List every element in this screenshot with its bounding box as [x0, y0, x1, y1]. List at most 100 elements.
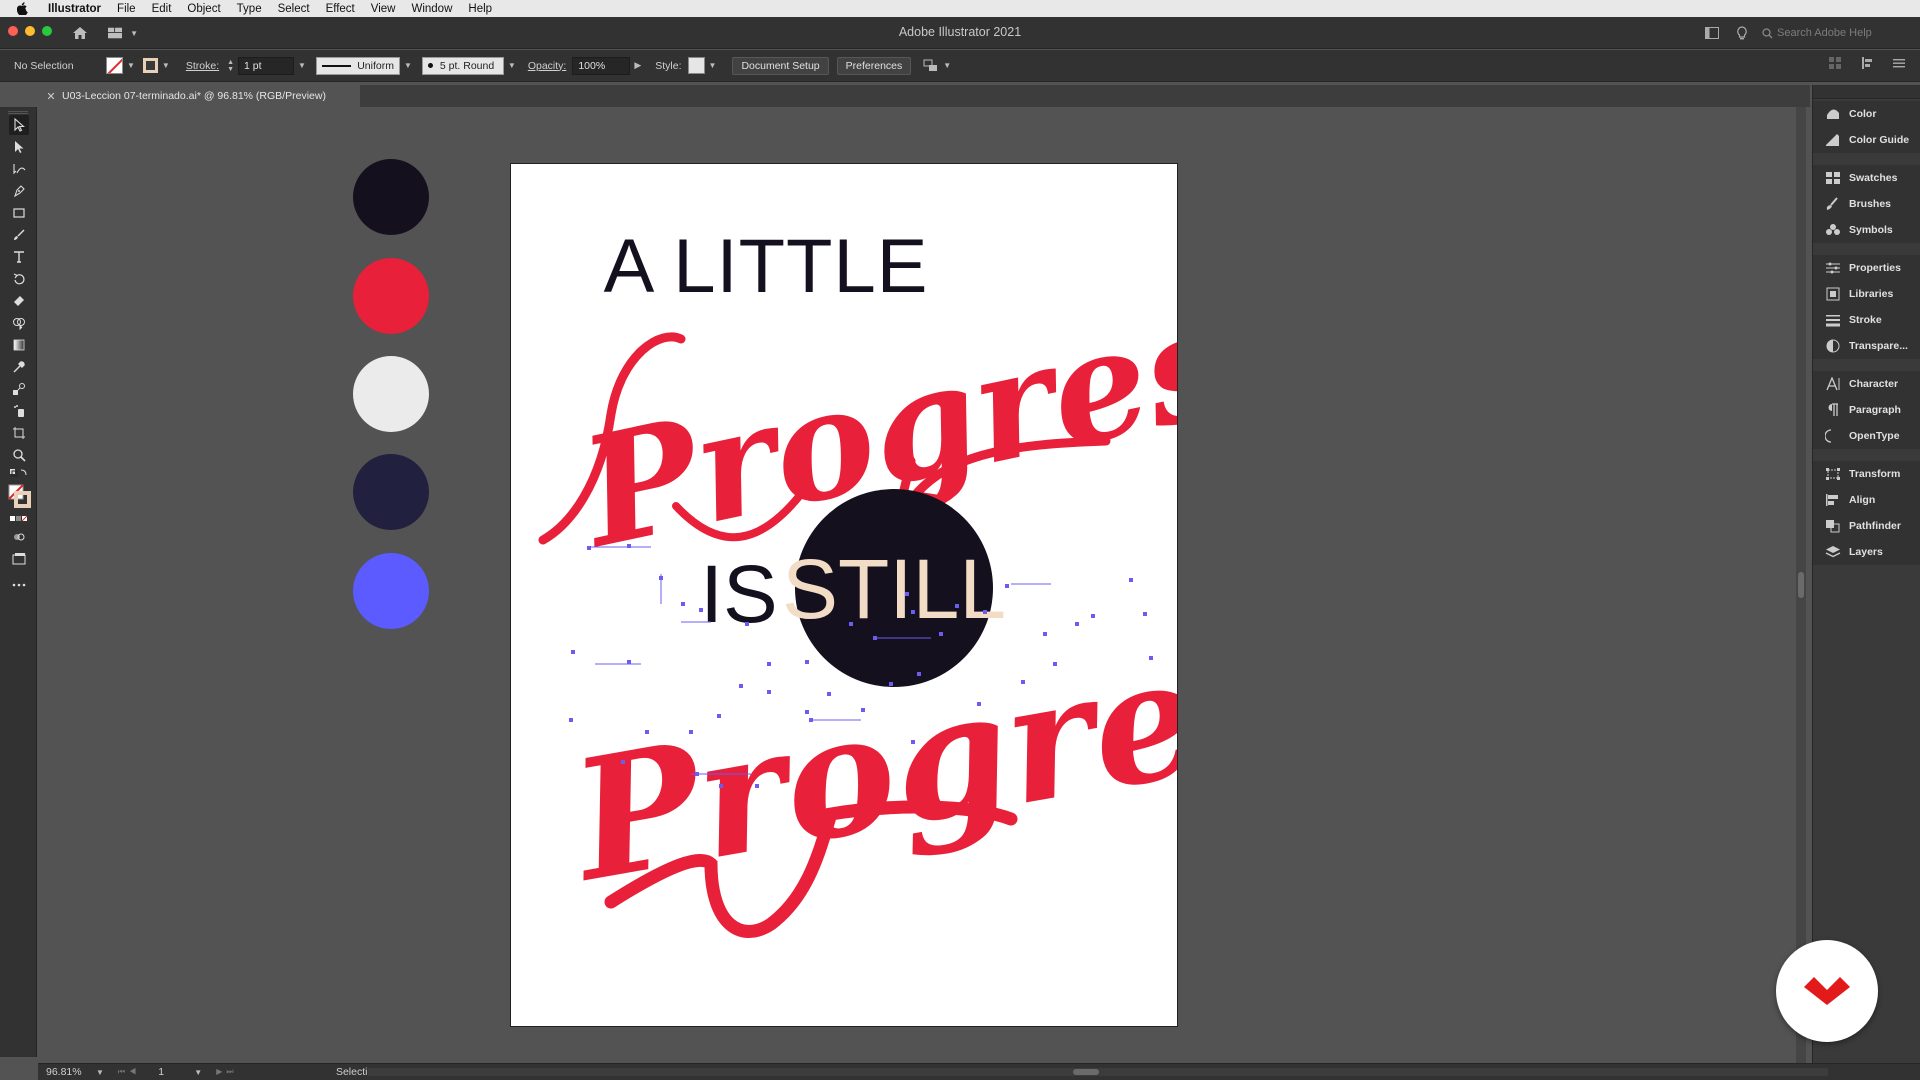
panel-item-brushes[interactable]: Brushes [1813, 191, 1920, 217]
anchor-point[interactable] [955, 604, 959, 608]
anchor-point[interactable] [905, 592, 909, 596]
anchor-point[interactable] [699, 608, 703, 612]
panel-item-transparency[interactable]: Transpare... [1813, 333, 1920, 359]
menu-help[interactable]: Help [460, 3, 500, 15]
chevron-down-icon[interactable]: ▼ [96, 1068, 104, 1077]
palette-swatch-blue[interactable] [353, 553, 429, 629]
paintbrush-tool-icon[interactable] [9, 225, 29, 245]
stepper-icon[interactable]: ▲ ▼ [227, 59, 234, 73]
panel-item-character[interactable]: Character [1813, 371, 1920, 397]
direct-selection-tool-icon[interactable] [9, 137, 29, 157]
color-mode-icons[interactable] [9, 513, 29, 525]
search-help-field[interactable]: Search Adobe Help [1762, 24, 1902, 42]
anchor-point[interactable] [911, 610, 915, 614]
panel-item-swatches[interactable]: Swatches [1813, 165, 1920, 191]
swap-fill-stroke-icon[interactable] [9, 467, 29, 481]
anchor-point[interactable] [587, 546, 591, 550]
anchor-point[interactable] [805, 710, 809, 714]
arrange-icon[interactable] [923, 59, 939, 73]
anchor-point[interactable] [827, 692, 831, 696]
symbol-sprayer-tool-icon[interactable] [9, 401, 29, 421]
anchor-point[interactable] [1043, 632, 1047, 636]
opacity-label[interactable]: Opacity: [528, 60, 567, 72]
variable-width-profile[interactable]: Uniform ▼ [315, 56, 412, 76]
eraser-tool-icon[interactable] [9, 291, 29, 311]
anchor-point[interactable] [861, 708, 865, 712]
eyedropper-tool-icon[interactable] [9, 357, 29, 377]
artboard-number[interactable]: 1 [158, 1066, 190, 1078]
arrange-documents-icon[interactable] [1702, 23, 1722, 43]
palette-swatch-dark[interactable] [353, 159, 429, 235]
lightbulb-icon[interactable] [1732, 23, 1752, 43]
toolbar-grip[interactable] [8, 111, 28, 114]
chevron-down-icon[interactable]: ▼ [943, 61, 951, 70]
anchor-point[interactable] [739, 684, 743, 688]
rotate-tool-icon[interactable] [9, 269, 29, 289]
screen-mode-icon[interactable] [9, 549, 29, 569]
menu-effect[interactable]: Effect [318, 3, 363, 15]
anchor-point[interactable] [1075, 622, 1079, 626]
artboard[interactable]: A LITTLE Progress IS STILL Progress [510, 163, 1396, 1027]
anchor-point[interactable] [983, 610, 987, 614]
horizontal-scrollbar-thumb[interactable] [1073, 1069, 1099, 1075]
stroke-weight-control[interactable]: ▲ ▼ 1 pt ▼ [227, 56, 306, 76]
anchor-point[interactable] [1143, 612, 1147, 616]
edit-toolbar-icon[interactable] [9, 575, 29, 595]
canvas-area[interactable]: A LITTLE Progress IS STILL Progress [38, 107, 1805, 1063]
anchor-point[interactable] [889, 682, 893, 686]
anchor-point[interactable] [917, 672, 921, 676]
stroke-color-control[interactable]: ▼ [142, 56, 170, 76]
artboard-tool-icon[interactable] [9, 423, 29, 443]
panel-item-transform[interactable]: Transform [1813, 461, 1920, 487]
anchor-point[interactable] [1053, 662, 1057, 666]
zoom-tool-icon[interactable] [9, 445, 29, 465]
anchor-point[interactable] [571, 650, 575, 654]
anchor-point[interactable] [745, 622, 749, 626]
anchor-point[interactable] [1091, 614, 1095, 618]
menu-view[interactable]: View [363, 3, 404, 15]
menu-edit[interactable]: Edit [144, 3, 180, 15]
chevron-down-icon[interactable]: ▼ [298, 61, 306, 70]
palette-swatch-navy[interactable] [353, 454, 429, 530]
apple-icon[interactable] [14, 0, 30, 17]
anchor-point[interactable] [873, 636, 877, 640]
draw-mode-icon[interactable] [9, 527, 29, 547]
anchor-point[interactable] [1021, 680, 1025, 684]
anchor-point[interactable] [805, 660, 809, 664]
brush-definition[interactable]: 5 pt. Round ▼ [421, 56, 516, 76]
chevron-down-icon[interactable]: ▼ [508, 61, 516, 70]
blend-tool-icon[interactable] [9, 379, 29, 399]
opacity-input[interactable]: 100% [572, 56, 631, 75]
graphic-style-control[interactable]: ▼ [687, 56, 717, 76]
panel-item-libraries[interactable]: Libraries [1813, 281, 1920, 307]
menu-type[interactable]: Type [229, 3, 270, 15]
vertical-scrollbar[interactable] [1796, 107, 1806, 1063]
chevron-down-icon[interactable]: ▼ [709, 61, 717, 70]
align-shortcut-icon[interactable] [1828, 56, 1842, 70]
anchor-point[interactable] [569, 718, 573, 722]
profile-dropdown[interactable]: Uniform [315, 56, 400, 75]
menu-file[interactable]: File [109, 3, 144, 15]
panel-item-properties[interactable]: Properties [1813, 255, 1920, 281]
stroke-weight-input[interactable]: 1 pt [238, 56, 295, 75]
panel-item-layers[interactable]: Layers [1813, 539, 1920, 565]
menu-app-name[interactable]: Illustrator [40, 3, 109, 15]
anchor-point[interactable] [911, 740, 915, 744]
chevron-right-icon[interactable]: ▶ [634, 60, 641, 71]
chevron-down-icon[interactable]: ▼ [162, 61, 170, 70]
anchor-point[interactable] [977, 702, 981, 706]
panel-item-opentype[interactable]: OpenType [1813, 423, 1920, 449]
anchor-point[interactable] [939, 632, 943, 636]
anchor-point[interactable] [719, 784, 723, 788]
document-tab[interactable]: ✕ U03-Leccion 07-terminado.ai* @ 96.81% … [40, 85, 360, 107]
panel-menu-icon[interactable] [1892, 56, 1906, 70]
panel-item-pathfinder[interactable]: Pathfinder [1813, 513, 1920, 539]
panel-item-color[interactable]: Color [1813, 101, 1920, 127]
anchor-point[interactable] [621, 760, 625, 764]
selection-tool-icon[interactable] [9, 115, 29, 135]
word-is[interactable]: IS [700, 549, 777, 640]
word-still[interactable]: STILL [782, 542, 1006, 636]
panel-item-symbols[interactable]: Symbols [1813, 217, 1920, 243]
anchor-point[interactable] [645, 730, 649, 734]
artboard-next-icons[interactable]: ▶⏭ [216, 1067, 237, 1077]
